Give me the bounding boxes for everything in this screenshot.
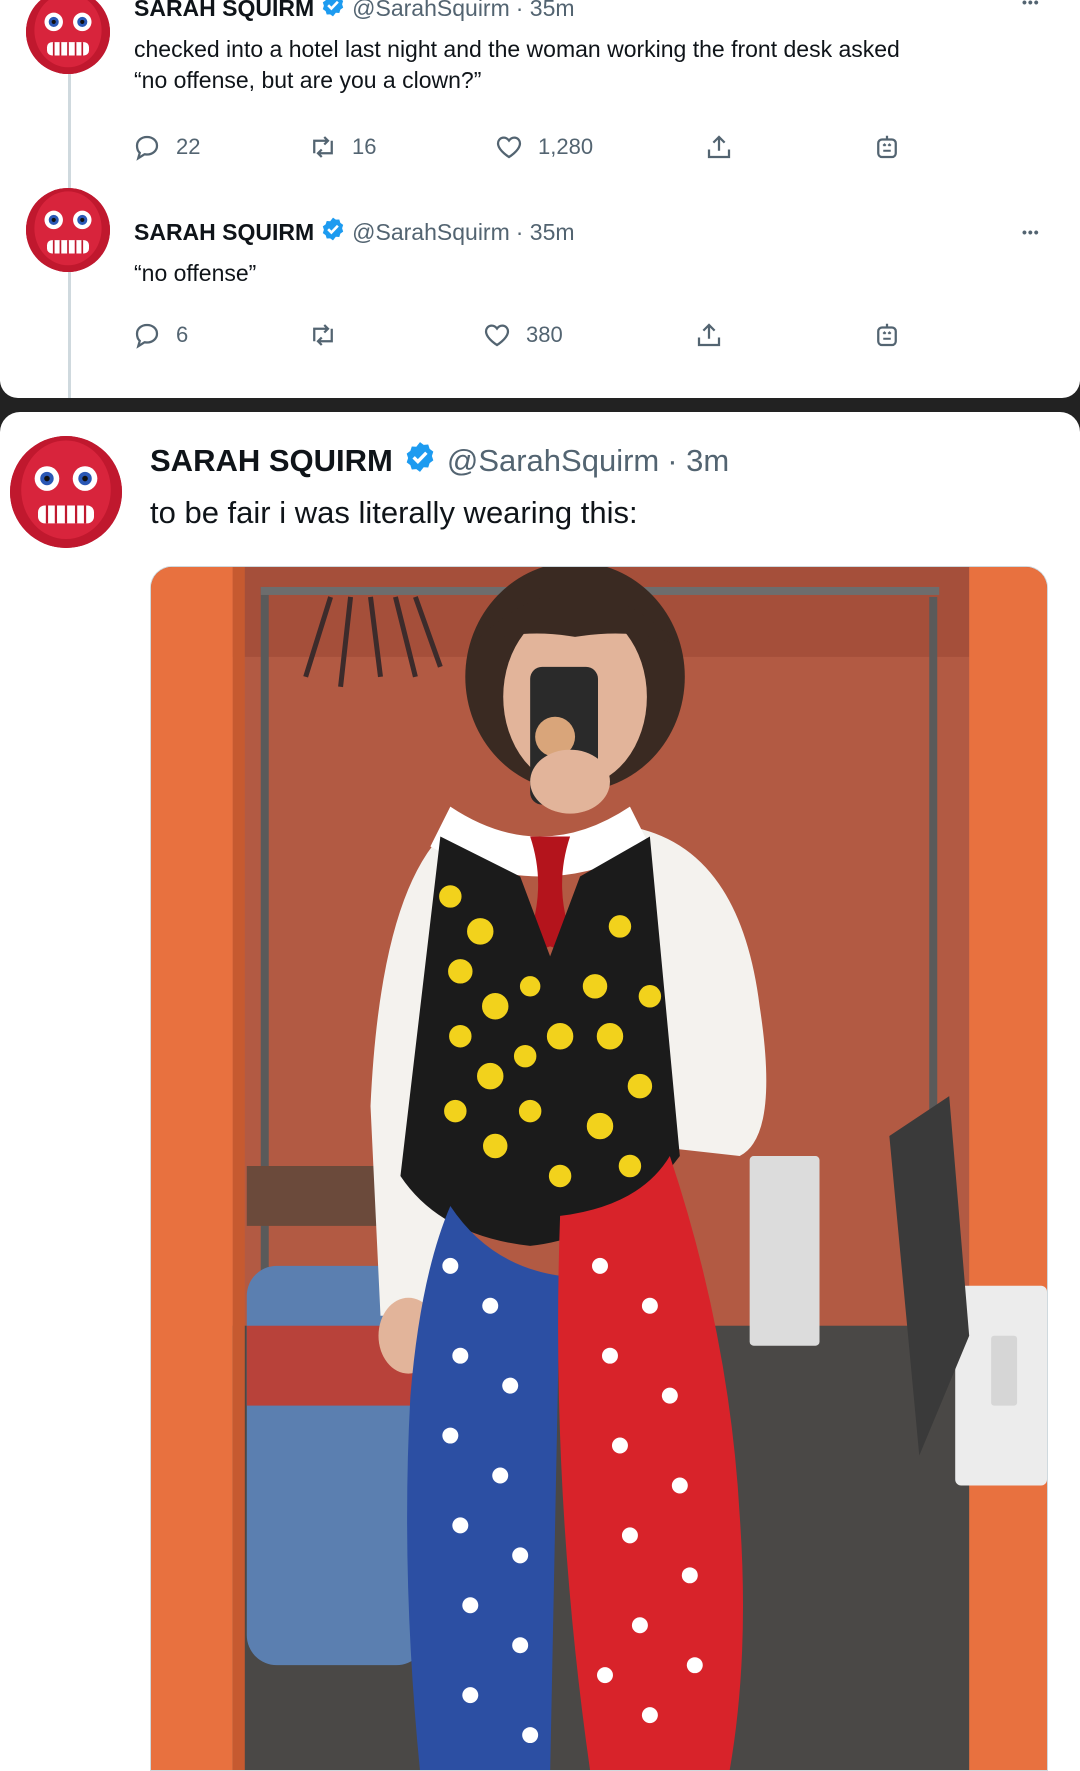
tweet-header: SARAH SQUIRM @SarahSquirm · 3m bbox=[150, 440, 729, 482]
verified-badge-icon bbox=[320, 0, 346, 24]
tweet-timestamp[interactable]: · 35m bbox=[516, 0, 575, 22]
tweet-text-line: checked into a hotel last night and the … bbox=[134, 36, 900, 62]
verified-badge-icon bbox=[320, 216, 346, 248]
avatar[interactable] bbox=[26, 0, 110, 74]
avatar[interactable] bbox=[10, 436, 122, 548]
verified-badge-icon bbox=[403, 440, 437, 482]
like-count: 380 bbox=[526, 322, 563, 347]
tweet-text: checked into a hotel last night and the … bbox=[134, 34, 1064, 95]
tweet-screenshot-bottom: SARAH SQUIRM @SarahSquirm · 3m to be fai… bbox=[0, 412, 1080, 1771]
tweet-text-line: to be fair i was literally wearing this: bbox=[150, 495, 638, 530]
tweet-text: to be fair i was literally wearing this: bbox=[150, 492, 638, 533]
thread-connector-line bbox=[68, 272, 71, 398]
more-options-icon[interactable]: ••• bbox=[1022, 224, 1040, 240]
skull-avatar-icon bbox=[10, 436, 122, 548]
tweet-actions-bar: 22 16 1,280 bbox=[132, 132, 912, 168]
thread-screenshot-top: SARAH SQUIRM @SarahSquirm · 35m ••• chec… bbox=[0, 0, 1080, 398]
reply-count: 22 bbox=[176, 134, 201, 159]
display-name[interactable]: SARAH SQUIRM bbox=[134, 219, 314, 246]
bot-button[interactable] bbox=[872, 132, 916, 162]
tweet-timestamp[interactable]: · 35m bbox=[516, 219, 575, 246]
tweet-timestamp[interactable]: · 3m bbox=[667, 443, 729, 479]
bot-icon bbox=[877, 323, 897, 347]
user-handle[interactable]: @SarahSquirm bbox=[352, 219, 510, 246]
tweet-header: SARAH SQUIRM @SarahSquirm · 35m bbox=[134, 0, 575, 24]
heart-icon bbox=[496, 136, 522, 159]
tweet-text: “no offense” bbox=[134, 258, 256, 289]
bot-button[interactable] bbox=[872, 320, 916, 350]
display-name[interactable]: SARAH SQUIRM bbox=[150, 443, 393, 479]
retweet-button[interactable]: 16 bbox=[308, 132, 376, 162]
retweet-icon bbox=[313, 324, 333, 346]
user-handle[interactable]: @SarahSquirm bbox=[447, 443, 659, 479]
retweet-icon bbox=[313, 136, 333, 158]
like-count: 1,280 bbox=[538, 134, 594, 159]
like-button[interactable]: 380 bbox=[482, 320, 563, 350]
like-button[interactable]: 1,280 bbox=[494, 132, 593, 162]
reply-button[interactable]: 6 bbox=[132, 320, 188, 350]
skull-avatar-icon bbox=[26, 0, 110, 74]
tweet-photo[interactable] bbox=[150, 566, 1048, 1771]
clown-outfit-mirror-selfie-image bbox=[151, 567, 1047, 1770]
share-icon bbox=[707, 135, 731, 159]
share-icon bbox=[697, 323, 721, 347]
avatar[interactable] bbox=[26, 188, 110, 272]
reply-button[interactable]: 22 bbox=[132, 132, 200, 162]
share-button[interactable] bbox=[704, 132, 748, 162]
tweet-actions-bar: 6 380 bbox=[132, 320, 912, 356]
tweet-text-line: “no offense, but are you a clown?” bbox=[134, 66, 482, 93]
reply-count: 6 bbox=[176, 322, 189, 347]
skull-avatar-icon bbox=[26, 188, 110, 272]
retweet-button[interactable] bbox=[308, 320, 352, 350]
retweet-count: 16 bbox=[352, 134, 377, 159]
tweet-text-line: “no offense” bbox=[134, 260, 257, 286]
reply-icon bbox=[135, 135, 159, 161]
heart-icon bbox=[484, 324, 510, 347]
tweet-header: SARAH SQUIRM @SarahSquirm · 35m bbox=[134, 216, 575, 248]
more-options-icon[interactable]: ••• bbox=[1022, 0, 1040, 10]
bot-icon bbox=[877, 135, 897, 159]
reply-icon bbox=[135, 323, 159, 349]
share-button[interactable] bbox=[694, 320, 738, 350]
user-handle[interactable]: @SarahSquirm bbox=[352, 0, 510, 22]
thread-connector-line bbox=[68, 68, 71, 188]
display-name[interactable]: SARAH SQUIRM bbox=[134, 0, 314, 22]
